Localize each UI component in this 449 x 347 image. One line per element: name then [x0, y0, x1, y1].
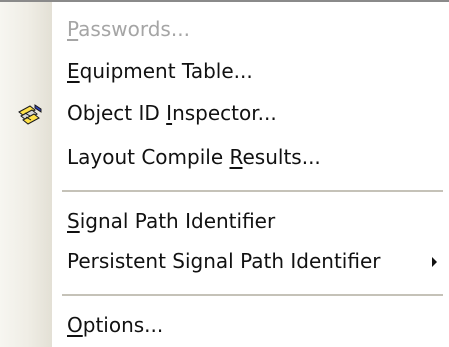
label-text: ptions... [82, 313, 164, 337]
menu-item-label: Options... [67, 313, 163, 337]
menu-item-passwords[interactable]: Passwords... [0, 10, 449, 50]
menu-item-signal-path-identifier[interactable]: Signal Path Identifier [0, 202, 449, 242]
label-text: ignal Path Identifier [79, 209, 276, 233]
menu-item-persistent-signal-path-identifier[interactable]: Persistent Signal Path Identifier [0, 242, 449, 282]
menu-item-options[interactable]: Options... [0, 306, 449, 346]
label-text: Object ID [67, 101, 167, 125]
label-text: quipment Table... [79, 59, 253, 83]
menu-item-equipment-table[interactable]: Equipment Table... [0, 52, 449, 92]
mnemonic-letter: E [67, 59, 80, 83]
object-id-inspector-icon [17, 103, 43, 125]
menu-item-label: Persistent Signal Path Identifier [67, 249, 381, 273]
label-text: asswords... [78, 17, 190, 41]
menu-separator [62, 294, 443, 296]
mnemonic-letter: O [67, 313, 83, 337]
menu-item-label: Layout Compile Results... [67, 145, 321, 169]
menu-top-border [0, 0, 449, 2]
submenu-arrow-icon [432, 257, 437, 267]
mnemonic-letter: S [67, 209, 80, 233]
menu-item-label: Passwords... [67, 17, 190, 41]
label-text: Layout Compile [67, 145, 230, 169]
menu-item-object-id-inspector[interactable]: Object ID Inspector... [0, 94, 449, 134]
mnemonic-letter: R [229, 145, 243, 169]
menu-item-label: Signal Path Identifier [67, 209, 275, 233]
menu-separator [62, 190, 443, 192]
mnemonic-letter: P [67, 17, 79, 41]
context-menu: Passwords... Equipment Table... Object I… [0, 0, 449, 347]
label-text: nspector... [172, 101, 277, 125]
menu-item-label: Object ID Inspector... [67, 101, 277, 125]
label-text: esults... [242, 145, 321, 169]
menu-item-label: Equipment Table... [67, 59, 253, 83]
menu-item-layout-compile-results[interactable]: Layout Compile Results... [0, 138, 449, 178]
